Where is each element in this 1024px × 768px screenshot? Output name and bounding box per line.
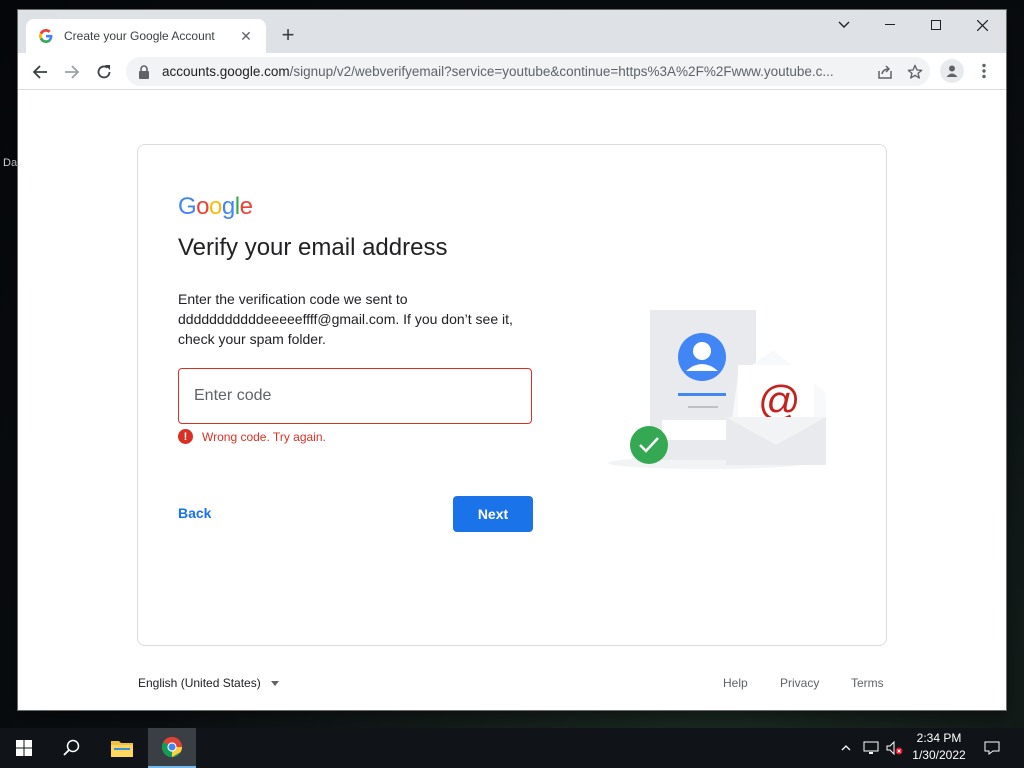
menu-icon[interactable]: [974, 59, 994, 83]
terms-link[interactable]: Terms: [851, 676, 884, 690]
notification-icon[interactable]: [980, 728, 1004, 768]
back-button[interactable]: Back: [178, 505, 211, 521]
description-line: dddddddddddeeeeeffff@gmail.com. If you d…: [178, 311, 513, 327]
tab-title: Create your Google Account: [64, 29, 215, 43]
url-domain: accounts.google.com: [162, 64, 290, 79]
google-logo: Google: [178, 193, 253, 220]
new-tab-button[interactable]: +: [276, 24, 300, 48]
page-title: Verify your email address: [178, 234, 448, 261]
google-favicon-icon: [38, 28, 54, 44]
page-footer: English (United States) Help Privacy Ter…: [137, 676, 887, 696]
share-icon[interactable]: [870, 58, 900, 86]
title-bar: Create your Google Account ✕ +: [18, 10, 1006, 53]
volume-muted-icon[interactable]: [884, 728, 906, 768]
clock-time: 2:34 PM: [916, 731, 962, 745]
page-content: Google Verify your email address Enter t…: [18, 90, 1006, 710]
tray-chevron-icon[interactable]: [836, 728, 856, 768]
error-icon: !: [178, 429, 193, 444]
verify-card: Google Verify your email address Enter t…: [137, 144, 887, 646]
dropdown-caret-icon: [270, 680, 279, 686]
chrome-taskbar-icon[interactable]: [148, 728, 196, 768]
error-message: ! Wrong code. Try again.: [178, 429, 326, 444]
description-line: check your spam folder.: [178, 331, 326, 347]
description-line: Enter the verification code we sent to: [178, 291, 408, 307]
browser-tab[interactable]: Create your Google Account ✕: [26, 19, 266, 53]
browser-window: Create your Google Account ✕ + accounts.…: [18, 10, 1006, 710]
help-link[interactable]: Help: [723, 676, 748, 690]
network-icon[interactable]: [860, 728, 882, 768]
address-bar[interactable]: accounts.google.com/signup/v2/webverifye…: [126, 57, 930, 86]
language-label: English (United States): [138, 676, 261, 690]
minimize-icon[interactable]: [867, 10, 913, 40]
back-icon[interactable]: [26, 58, 54, 86]
verification-code-input[interactable]: [178, 368, 532, 424]
star-icon[interactable]: [900, 58, 930, 86]
url-path: /signup/v2/webverifyemail?service=youtub…: [289, 64, 834, 79]
profile-icon[interactable]: [940, 59, 964, 83]
error-text: Wrong code. Try again.: [202, 429, 326, 444]
verification-description: Enter the verification code we sent to d…: [178, 289, 538, 349]
lock-icon[interactable]: [138, 64, 152, 79]
close-icon[interactable]: [959, 10, 1005, 40]
clock-date: 1/30/2022: [912, 748, 966, 762]
windows-icon: [16, 740, 32, 756]
desktop-icon-label: Da: [3, 157, 18, 169]
next-button[interactable]: Next: [453, 496, 533, 532]
tab-close-icon[interactable]: ✕: [238, 28, 254, 45]
forward-icon[interactable]: [58, 58, 86, 86]
search-icon[interactable]: [48, 728, 96, 768]
maximize-icon[interactable]: [913, 10, 959, 40]
at-sign: @: [758, 377, 801, 424]
taskbar: 2:34 PM 1/30/2022: [0, 728, 1024, 768]
tab-search-icon[interactable]: [821, 10, 867, 40]
file-explorer-icon[interactable]: [98, 728, 146, 768]
privacy-link[interactable]: Privacy: [780, 676, 819, 690]
reload-icon[interactable]: [90, 58, 118, 86]
url-text: accounts.google.com/signup/v2/webverifye…: [162, 64, 870, 79]
browser-toolbar: accounts.google.com/signup/v2/webverifye…: [18, 53, 1006, 90]
email-verify-illustration: @: [608, 310, 826, 469]
system-clock[interactable]: 2:34 PM 1/30/2022: [906, 730, 972, 764]
start-button[interactable]: [0, 728, 48, 768]
language-selector[interactable]: English (United States): [138, 676, 279, 690]
